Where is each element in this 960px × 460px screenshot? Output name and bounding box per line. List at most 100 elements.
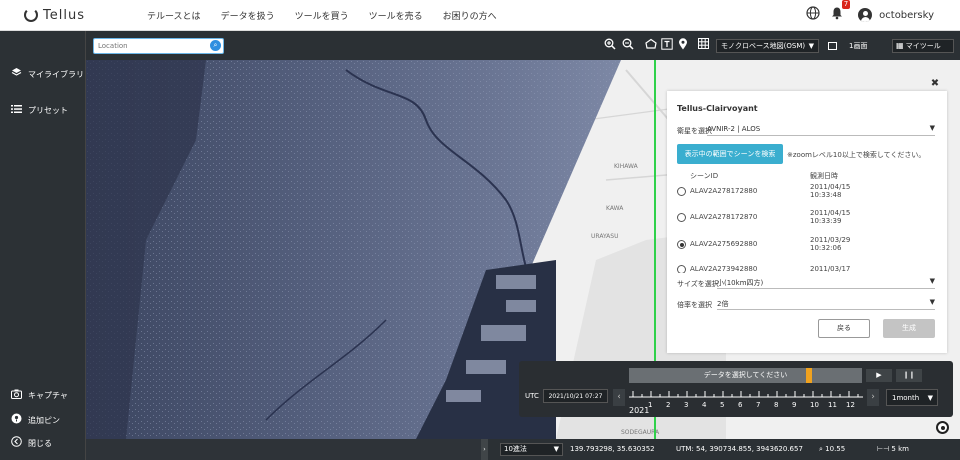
timeline-prev-arrow[interactable]: ‹ — [613, 389, 625, 406]
nav-item-buy-tools[interactable]: ツールを買う — [295, 9, 349, 22]
scene-datetime: 2011/04/15 10:33:48 — [810, 183, 851, 199]
timeline-month-label[interactable]: 6 — [738, 401, 742, 409]
scene-id: ALAV2A275692880 — [690, 240, 758, 248]
layers-icon — [10, 67, 23, 81]
screen-layout-select[interactable]: 1画面 — [828, 39, 886, 53]
utm-coordinates: UTM: 54, 390734.855, 3943620.657 — [676, 445, 803, 453]
timeline-data-bar[interactable]: データを選択してください — [629, 368, 862, 383]
scale-select[interactable]: 2倍 ▼ — [717, 298, 935, 310]
scene-id: ALAV2A278172880 — [690, 187, 758, 195]
sidebar-item-add-pin[interactable]: 追加ピン — [10, 413, 60, 427]
pause-button[interactable]: ❙❙ — [896, 369, 922, 382]
map-label: KIHAWA — [614, 163, 639, 170]
search-scenes-button[interactable]: 表示中の範囲でシーンを検索 — [677, 144, 783, 164]
zoom-out-icon[interactable] — [620, 38, 635, 53]
nav-item-help[interactable]: お困りの方へ — [443, 9, 497, 22]
nav-item-data[interactable]: データを扱う — [221, 9, 275, 22]
apps-grid-icon: ▦ — [896, 41, 904, 50]
timeline-month-label[interactable]: 7 — [756, 401, 760, 409]
timeline-month-label[interactable]: 3 — [684, 401, 688, 409]
back-button[interactable]: 戻る — [818, 319, 870, 338]
location-search-input[interactable] — [93, 38, 224, 54]
scene-row[interactable]: ALAV2A273942880 2011/03/17 — [675, 261, 935, 273]
timeline-month-label[interactable]: 5 — [720, 401, 724, 409]
timeline-datetime[interactable]: 2021/10/21 07:27 — [543, 389, 608, 403]
polygon-draw-icon[interactable] — [643, 38, 658, 53]
scene-id: ALAV2A273942880 — [690, 265, 758, 273]
compass-icon[interactable] — [936, 421, 949, 434]
sidebar-item-capture[interactable]: キャプチャ — [10, 389, 68, 402]
sidebar-item-label: 追加ピン — [28, 415, 60, 425]
panel-title: Tellus-Clairvoyant — [677, 104, 758, 113]
scene-radio-selected[interactable] — [677, 240, 686, 249]
size-select[interactable]: 小(10km四方) ▼ — [717, 277, 935, 289]
top-navigation-bar: Tellus テルースとは データを扱う ツールを買う ツールを売る お困りの方… — [0, 0, 960, 31]
close-icon[interactable]: ✖ — [929, 78, 941, 90]
timeline-year: 2021 — [629, 406, 650, 415]
timeline-month-label[interactable]: 4 — [702, 401, 706, 409]
interval-select[interactable]: 1month ▼ — [886, 389, 938, 406]
globe-icon[interactable] — [806, 6, 820, 24]
basemap-select[interactable]: モノクロベース地図(OSM) ▼ — [716, 39, 819, 53]
tellus-logo[interactable]: Tellus — [24, 8, 120, 23]
chevron-down-icon: ▼ — [929, 277, 935, 285]
scene-row[interactable]: ALAV2A278172880 2011/04/15 10:33:48 — [675, 183, 935, 209]
main-nav: テルースとは データを扱う ツールを買う ツールを売る お困りの方へ — [147, 9, 517, 22]
sidebar-item-presets[interactable]: プリセット — [10, 104, 68, 117]
grid-icon[interactable] — [696, 38, 711, 53]
zoom-hint-text: ※zoomレベル10以上で検索してください。 — [787, 151, 926, 159]
scene-radio[interactable] — [677, 265, 686, 273]
satellite-select[interactable]: AVNIR-2 | ALOS ▼ — [707, 124, 935, 136]
timeline-month-label[interactable]: 8 — [774, 401, 778, 409]
scene-row[interactable]: ALAV2A275692880 2011/03/29 10:32:06 — [675, 236, 935, 262]
sidebar-item-label: キャプチャ — [28, 391, 68, 400]
user-avatar-icon[interactable] — [858, 8, 873, 22]
zoom-in-icon[interactable] — [602, 38, 617, 53]
timeline-month-label[interactable]: 11 — [828, 401, 837, 409]
chevron-left-icon — [10, 436, 23, 450]
sidebar-item-label: プリセット — [28, 106, 68, 115]
timeline-month-label[interactable]: 9 — [792, 401, 796, 409]
timeline-next-arrow[interactable]: › — [867, 389, 879, 406]
chevron-down-icon: ▼ — [808, 42, 814, 50]
scene-radio[interactable] — [677, 213, 686, 222]
my-tool-label: マイツール — [905, 42, 941, 50]
logo-text: Tellus — [43, 7, 85, 23]
left-sidebar: マイライブラリ プリセット キャプチャ 追加ピン 閉じる — [0, 31, 86, 460]
create-button[interactable]: 生成 — [883, 319, 935, 338]
list-icon — [10, 104, 23, 117]
camera-icon — [10, 389, 23, 402]
coordinate-notation-select[interactable]: 10進法 ▼ — [500, 443, 563, 456]
sidebar-item-close[interactable]: 閉じる — [10, 436, 52, 450]
timeline-current-marker[interactable] — [805, 368, 812, 383]
nav-item-about[interactable]: テルースとは — [147, 9, 201, 22]
single-screen-icon — [828, 42, 837, 50]
timeline-month-label[interactable]: 10 — [810, 401, 819, 409]
chevron-down-icon: ▼ — [553, 445, 559, 453]
statusbar-toggle[interactable]: › — [481, 439, 488, 460]
notification-bell-icon[interactable]: 7 — [830, 0, 851, 24]
scene-radio[interactable] — [677, 187, 686, 196]
timeline-month-label[interactable]: 12 — [846, 401, 855, 409]
clairvoyant-panel: Tellus-Clairvoyant 衛星を選択 AVNIR-2 | ALOS … — [667, 91, 947, 353]
chevron-down-icon: ▼ — [929, 124, 935, 132]
search-icon[interactable]: ⌕ — [210, 40, 221, 51]
satellite-select-value: AVNIR-2 | ALOS — [707, 125, 761, 133]
chevron-down-icon: ▼ — [927, 394, 933, 402]
basemap-select-value: モノクロベース地図(OSM) — [721, 42, 806, 50]
sidebar-item-my-library[interactable]: マイライブラリ — [10, 67, 84, 81]
scene-id-header: シーンID — [690, 172, 719, 180]
timeline-month-label[interactable]: 2 — [666, 401, 670, 409]
text-tool-icon[interactable] — [659, 38, 674, 53]
play-button[interactable]: ▶ — [866, 369, 892, 382]
pin-marker-icon[interactable] — [675, 38, 690, 53]
size-label: サイズを選択 — [677, 280, 719, 288]
scale-label: 倍率を選択 — [677, 301, 712, 309]
username[interactable]: octobersky — [879, 10, 934, 21]
nav-item-sell-tools[interactable]: ツールを売る — [369, 9, 423, 22]
logo-mark-icon — [24, 8, 38, 22]
utc-label: UTC — [525, 392, 539, 400]
scene-row[interactable]: ALAV2A278172870 2011/04/15 10:33:39 — [675, 209, 935, 235]
my-tool-select[interactable]: ▦ マイツール — [892, 39, 954, 53]
sidebar-item-label: 閉じる — [28, 438, 52, 448]
